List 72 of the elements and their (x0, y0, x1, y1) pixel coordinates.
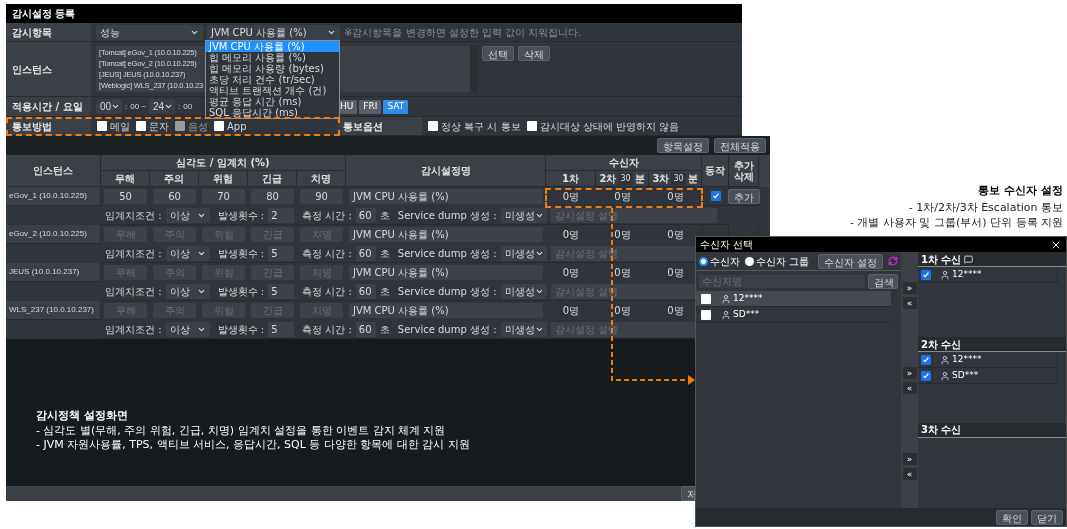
unit-label: 분 (687, 172, 698, 186)
column-header: 2차 (599, 172, 617, 186)
user-name: SD*** (733, 307, 760, 321)
field-label: Service dump 생성 : (397, 322, 497, 337)
instance-name: eGov_2 (10.0.10.225) (9, 228, 87, 240)
window-title: 감시설정 등록 (12, 7, 76, 21)
time-text: 00 ~ (130, 100, 147, 113)
column-header: 추가 삭제 (732, 159, 755, 182)
column-header: 3차 (652, 172, 670, 186)
checkbox-label: 문자 (149, 119, 169, 134)
column-header: 1차 (562, 172, 579, 186)
column-header: 긴급 (262, 172, 282, 186)
field-label: 통보방법 (12, 119, 52, 134)
field-label: 발생횟수 : (217, 284, 265, 299)
field-label: 임계치조건 : (105, 284, 162, 299)
column-header: 인스턴스 (33, 164, 73, 178)
instance-name: eGov_1 (10.0.10.225) (9, 190, 87, 202)
checkbox-label: App (227, 119, 247, 134)
checkbox-label: 정상 복구 시 통보 (441, 119, 521, 134)
field-label: 통보옵션 (343, 119, 383, 134)
column-header: 위험 (213, 172, 233, 186)
hint-text: ※감시항목을 변경하면 설정한 입력 값이 지워집니다. (344, 25, 582, 40)
annotation-text: - 심각도 별(무해, 주의 위험, 긴급, 치명) 임계치 설정을 통한 이벤트 감지 체계 지원 (36, 424, 447, 438)
user-name: 12**** (952, 267, 982, 281)
column-header: 무해 (115, 172, 135, 186)
field-label: 발생횟수 : (217, 322, 265, 337)
field-label: 발생횟수 : (217, 246, 265, 261)
user-name: 12**** (952, 353, 982, 367)
section-title: 2차 수신 (921, 337, 962, 352)
unit-label: 초 (379, 246, 390, 261)
annotation-text: - JVM 자원사용률, TPS, 액티브 서비스, 응답시간, SQL 등 다양한 항목에 대한 감시 지원 (36, 438, 471, 452)
field-label: 임계치조건 : (105, 208, 162, 223)
column-header: 주의 (164, 172, 184, 186)
checkbox-label: 감시대상 상태에 반영하지 않음 (539, 119, 680, 134)
section-title: 1차 수신 (921, 252, 962, 267)
column-header: 수신자 (608, 156, 639, 170)
field-label: 측정 시간 : (302, 284, 352, 299)
field-label: 측정 시간 : (302, 246, 352, 261)
checkbox-label: 음성 (188, 119, 208, 134)
user-name: SD*** (952, 369, 979, 383)
field-label: 임계치조건 : (105, 322, 162, 337)
field-label: 임계치조건 : (105, 246, 162, 261)
field-label: Service dump 생성 : (397, 208, 497, 223)
annotation-title: 감시정책 설정화면 (36, 407, 129, 424)
annotation-text: - 1차/2차/3차 Escalation 통보 (908, 199, 1063, 215)
instance-name: JEUS (10.0.10.237) (9, 266, 80, 278)
column-header: 감시설정명 (420, 164, 471, 178)
column-header: 심각도 / 임계치 (%) (176, 156, 270, 170)
time-text: 00 (183, 100, 193, 113)
checkbox-label: 메일 (110, 119, 130, 134)
field-label: 인스턴스 (12, 62, 52, 77)
field-label: 측정 시간 : (302, 208, 352, 223)
column-header: 치명 (311, 172, 331, 186)
field-label: 측정 시간 : (302, 322, 352, 337)
annotation-title: 통보 수신자 설정 (978, 183, 1063, 199)
unit-label: 초 (379, 322, 390, 337)
field-label: 감시항목 (12, 25, 52, 40)
user-name: 12**** (733, 291, 763, 305)
radio-label: 수신자 그룹 (756, 254, 810, 269)
unit-label: 초 (379, 284, 390, 299)
time-text: : (178, 100, 181, 113)
instance-name: WLS_237 (10.0.10.237) (9, 304, 94, 316)
unit-label: 초 (379, 208, 390, 223)
field-label: Service dump 생성 : (397, 246, 497, 261)
annotation-text: - 개별 사용자 및 그룹(부서) 단위 등록 지원 (849, 214, 1063, 230)
field-label: Service dump 생성 : (397, 284, 497, 299)
field-label: 발생횟수 : (217, 208, 265, 223)
column-header: 동작 (705, 164, 725, 178)
unit-label: 분 (634, 172, 645, 186)
section-title: 3차 수신 (921, 423, 962, 438)
field-label: 적용시간 / 요일 (12, 100, 83, 114)
time-text: : (125, 100, 128, 113)
